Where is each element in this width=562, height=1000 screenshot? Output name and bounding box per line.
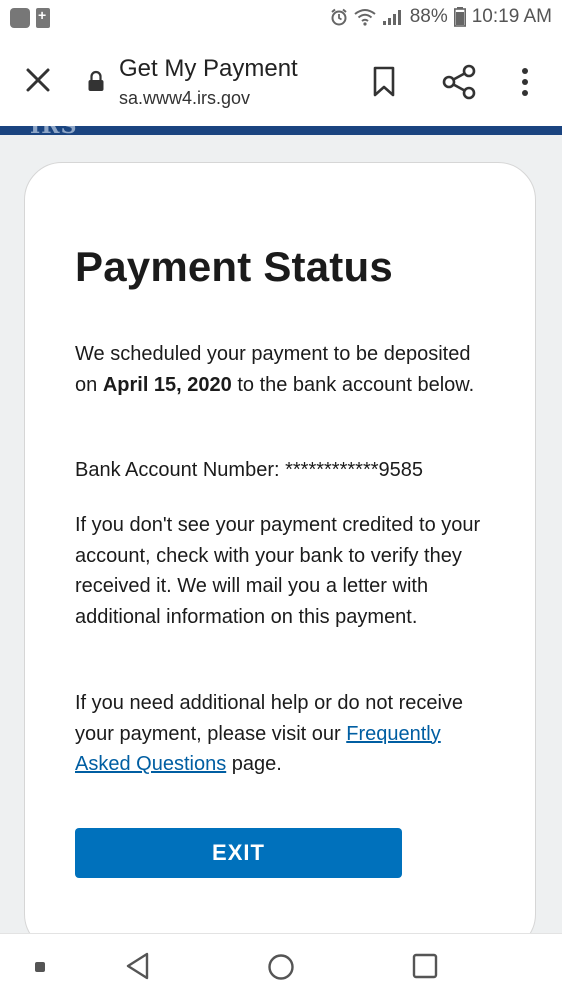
home-icon[interactable] bbox=[267, 953, 295, 981]
credit-info-message: If you don't see your payment credited t… bbox=[75, 514, 481, 628]
android-nav-bar bbox=[0, 933, 562, 1000]
battery-percent: 88% bbox=[409, 6, 448, 27]
status-left-icons bbox=[10, 7, 50, 28]
share-icon[interactable] bbox=[442, 64, 476, 100]
battery-icon bbox=[453, 7, 466, 27]
close-icon[interactable] bbox=[22, 64, 54, 96]
help-message: If you need additional help or do not re… bbox=[75, 688, 485, 780]
alarm-icon bbox=[331, 8, 347, 26]
back-icon[interactable] bbox=[124, 951, 152, 981]
app-icon bbox=[10, 8, 30, 28]
bank-account-label: Bank Account Number: bbox=[75, 459, 286, 481]
battery-saver-icon bbox=[36, 7, 50, 28]
bank-account-number: ************9585 bbox=[285, 459, 423, 481]
more-icon[interactable] bbox=[515, 66, 535, 98]
page-heading: Payment Status bbox=[75, 243, 393, 290]
status-right: 88% 10:19 AM bbox=[330, 6, 552, 28]
irs-header-banner: IRS bbox=[0, 126, 562, 135]
page-title[interactable]: Get My Payment bbox=[119, 55, 298, 83]
status-bar: 88% 10:19 AM bbox=[0, 0, 562, 38]
recents-icon[interactable] bbox=[412, 953, 438, 979]
notification-dot-icon bbox=[35, 962, 45, 972]
bookmark-icon[interactable] bbox=[372, 66, 396, 98]
bank-account-line: Bank Account Number: ************9585 bbox=[75, 455, 485, 486]
deposit-date: April 15, 2020 bbox=[102, 373, 232, 396]
help-text-end: page. bbox=[226, 753, 282, 775]
lock-icon bbox=[88, 70, 104, 91]
schedule-message: We scheduled your payment to be deposite… bbox=[75, 339, 485, 400]
wifi-icon bbox=[354, 9, 376, 26]
url-domain[interactable]: sa.www4.irs.gov bbox=[119, 88, 250, 109]
signal-icon bbox=[382, 10, 401, 25]
exit-button[interactable]: EXIT bbox=[75, 828, 402, 878]
clock: 10:19 AM bbox=[471, 6, 552, 27]
irs-logo: IRS bbox=[30, 126, 77, 135]
schedule-text-end: to the bank account below. bbox=[231, 373, 475, 396]
browser-toolbar: Get My Payment sa.www4.irs.gov bbox=[0, 38, 562, 126]
